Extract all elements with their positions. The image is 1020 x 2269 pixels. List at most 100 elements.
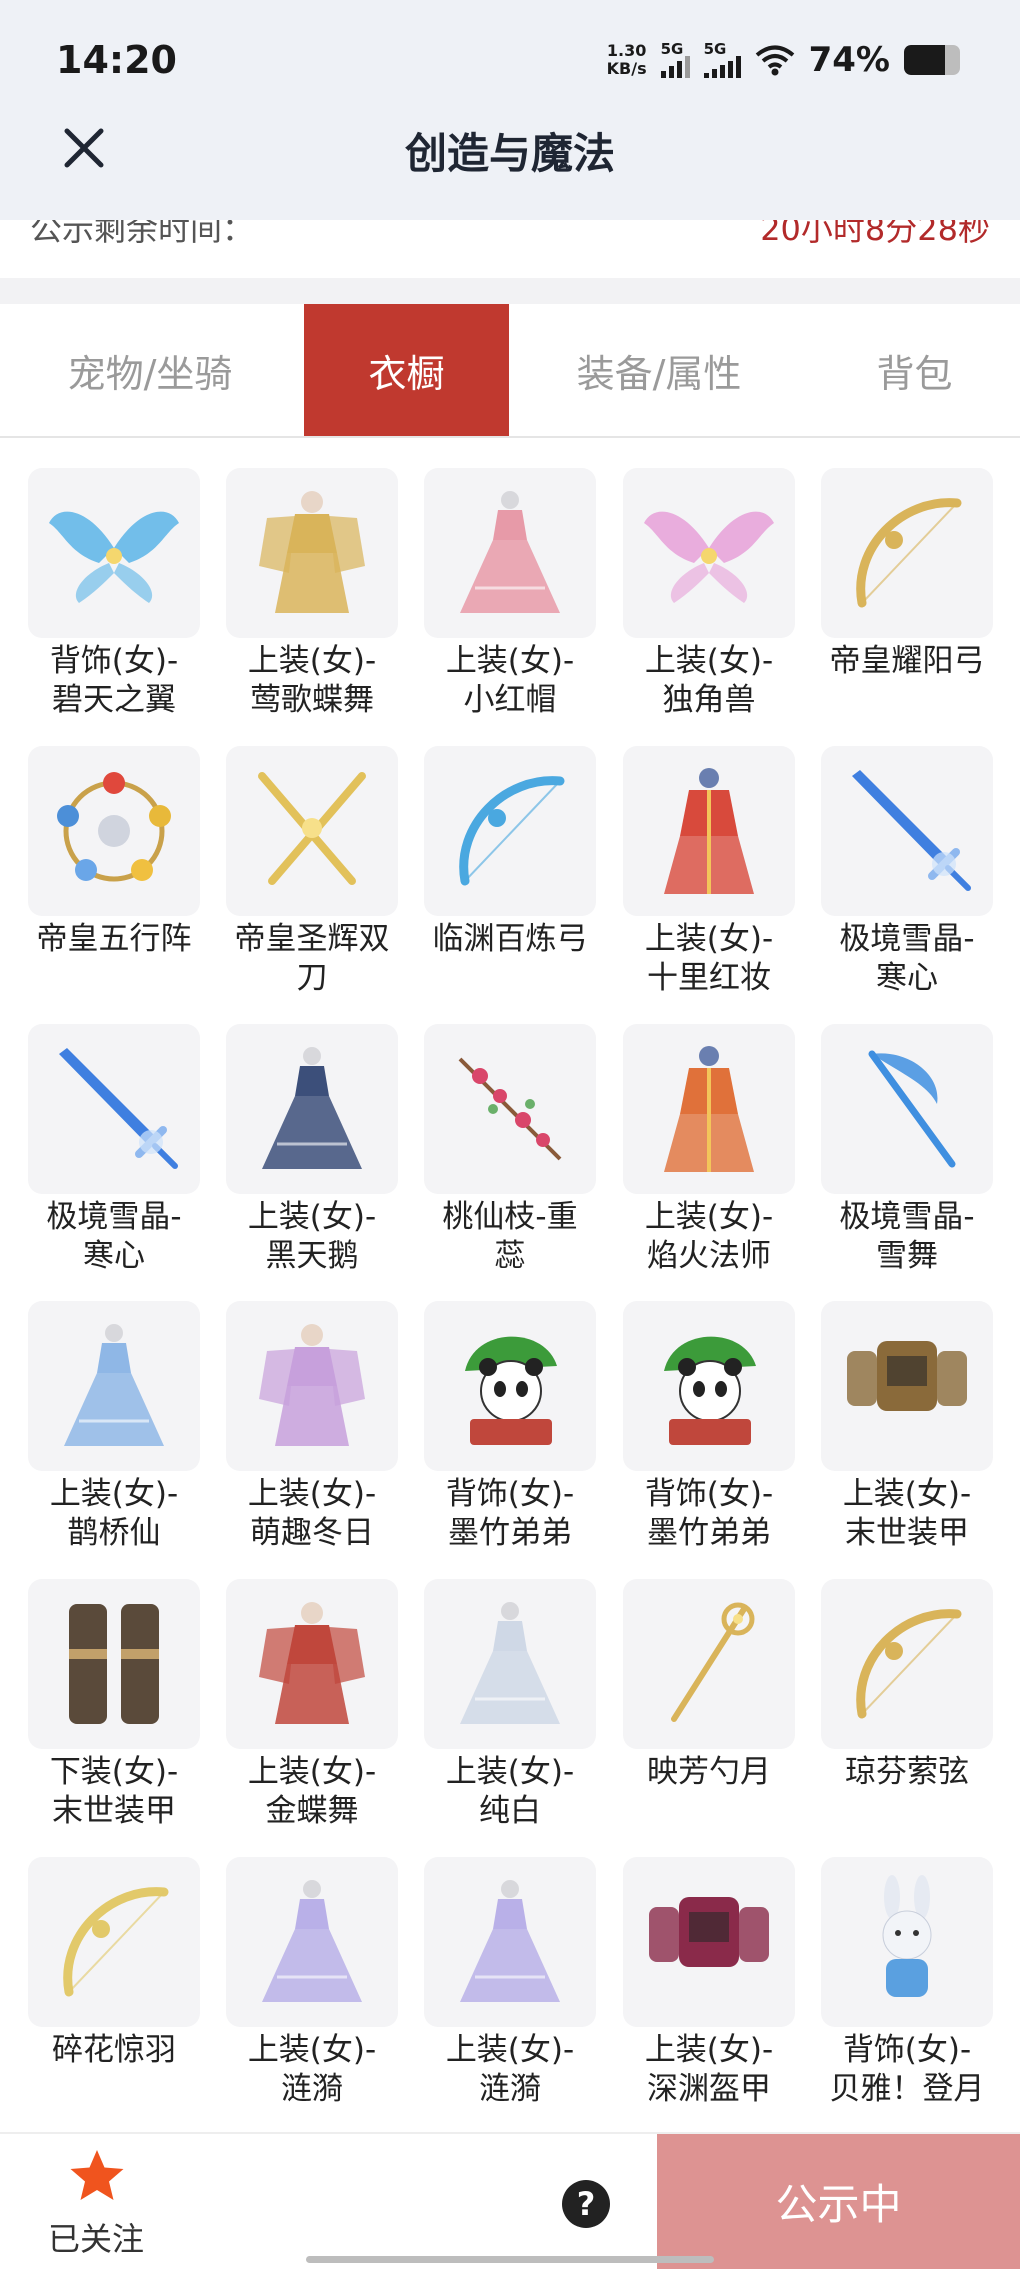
item-name-line1: 临渊百炼弓 bbox=[432, 921, 588, 957]
armor-legs-icon bbox=[69, 1604, 159, 1724]
item-name-line1: 桃仙枝-重 bbox=[442, 1199, 578, 1235]
tab-equipment[interactable]: 装备/属性 bbox=[509, 304, 809, 436]
item-thumbnail bbox=[226, 1857, 398, 2027]
item-name-line1: 背饰(女)- bbox=[49, 643, 179, 679]
wardrobe-item[interactable]: 下装(女)- 末世装甲 bbox=[28, 1579, 200, 1831]
tab-backpack[interactable]: 背包 bbox=[809, 304, 1020, 436]
item-name: 上装(女)- 纯白 bbox=[410, 1753, 610, 1831]
wardrobe-item[interactable]: 临渊百炼弓 bbox=[424, 746, 596, 959]
wardrobe-item[interactable]: 背饰(女)- 碧天之翼 bbox=[28, 468, 200, 720]
dress-icon bbox=[460, 1602, 560, 1724]
wardrobe-item[interactable]: 背饰(女)- 墨竹弟弟 bbox=[424, 1301, 596, 1553]
wardrobe-item[interactable]: 极境雪晶- 雪舞 bbox=[821, 1024, 993, 1276]
item-name: 上装(女)- 焰火法师 bbox=[609, 1198, 809, 1276]
item-name: 上装(女)- 鹊桥仙 bbox=[14, 1475, 214, 1553]
item-name-line1: 碎花惊羽 bbox=[52, 2032, 176, 2068]
item-name-line2: 雪舞 bbox=[876, 1238, 938, 1274]
item-name-line2: 末世装甲 bbox=[52, 1793, 176, 1829]
item-thumbnail bbox=[28, 468, 200, 638]
item-name-line1: 背饰(女)- bbox=[445, 1476, 575, 1512]
wings-icon bbox=[644, 511, 774, 603]
wardrobe-item[interactable]: 背饰(女)- 墨竹弟弟 bbox=[623, 1301, 795, 1553]
wardrobe-item[interactable]: 琼芬萦弦 bbox=[821, 1579, 993, 1792]
item-thumbnail bbox=[623, 468, 795, 638]
bow-icon bbox=[856, 498, 962, 608]
wardrobe-item[interactable]: 极境雪晶- 寒心 bbox=[821, 746, 993, 998]
item-name-line2: 寒心 bbox=[876, 960, 938, 996]
item-name-line1: 上装(女)- bbox=[445, 1754, 575, 1790]
item-name-line2: 蕊 bbox=[494, 1238, 526, 1274]
network-speed-unit: KB/s bbox=[606, 59, 647, 78]
item-name: 映芳勺月 bbox=[609, 1753, 809, 1792]
tab-wardrobe[interactable]: 衣橱 bbox=[304, 304, 509, 436]
top-bar: 14:20 1.30 KB/s 5G 5G 74% 创造与魔法 bbox=[0, 0, 1020, 220]
item-thumbnail bbox=[28, 1579, 200, 1749]
item-name-line1: 背饰(女)- bbox=[842, 2032, 972, 2068]
armor-icon bbox=[649, 1897, 769, 1967]
item-name: 上装(女)- 黑天鹅 bbox=[212, 1198, 412, 1276]
wardrobe-item[interactable]: 上装(女)- 鹊桥仙 bbox=[28, 1301, 200, 1553]
item-name: 上装(女)- 金蝶舞 bbox=[212, 1753, 412, 1831]
wardrobe-item[interactable]: 背饰(女)- 贝雅！登月 bbox=[821, 1857, 993, 2109]
dress-icon bbox=[64, 1324, 164, 1446]
item-thumbnail bbox=[226, 1301, 398, 1471]
item-name: 极境雪晶- 雪舞 bbox=[807, 1198, 1007, 1276]
item-name-line1: 极境雪晶- bbox=[839, 921, 975, 957]
wardrobe-item[interactable]: 上装(女)- 涟漪 bbox=[424, 1857, 596, 2109]
wardrobe-item[interactable]: 上装(女)- 焰火法师 bbox=[623, 1024, 795, 1276]
wardrobe-item[interactable]: 极境雪晶- 寒心 bbox=[28, 1024, 200, 1276]
wardrobe-item[interactable]: 上装(女)- 黑天鹅 bbox=[226, 1024, 398, 1276]
tab-pets-mounts[interactable]: 宠物/坐骑 bbox=[0, 304, 300, 436]
follow-button[interactable]: 已关注 bbox=[40, 2134, 160, 2269]
item-thumbnail bbox=[821, 1579, 993, 1749]
item-name-line1: 琼芬萦弦 bbox=[845, 1754, 969, 1790]
wardrobe-item[interactable]: 上装(女)- 深渊盔甲 bbox=[623, 1857, 795, 2109]
item-name-line2: 十里红妆 bbox=[647, 960, 771, 996]
item-name: 上装(女)- 十里红妆 bbox=[609, 920, 809, 998]
sword-icon bbox=[852, 770, 971, 891]
wardrobe-item[interactable]: 上装(女)- 纯白 bbox=[424, 1579, 596, 1831]
item-name-line2: 刀 bbox=[296, 960, 328, 996]
item-name: 背饰(女)- 碧天之翼 bbox=[14, 642, 214, 720]
wardrobe-item[interactable]: 帝皇五行阵 bbox=[28, 746, 200, 959]
tab-label: 衣橱 bbox=[368, 351, 445, 396]
wardrobe-item[interactable]: 上装(女)- 萌趣冬日 bbox=[226, 1301, 398, 1553]
twin-blades-icon bbox=[258, 772, 366, 885]
dress-icon bbox=[262, 1047, 362, 1169]
item-name-line1: 上装(女)- bbox=[247, 1199, 377, 1235]
item-name: 上装(女)- 萌趣冬日 bbox=[212, 1475, 412, 1553]
tab-label: 背包 bbox=[876, 351, 953, 396]
wardrobe-item[interactable]: 上装(女)- 涟漪 bbox=[226, 1857, 398, 2109]
wardrobe-item[interactable]: 上装(女)- 十里红妆 bbox=[623, 746, 795, 998]
item-thumbnail bbox=[821, 746, 993, 916]
wardrobe-item[interactable]: 帝皇圣辉双刀 bbox=[226, 746, 398, 998]
item-thumbnail bbox=[226, 468, 398, 638]
item-name: 背饰(女)- 墨竹弟弟 bbox=[609, 1475, 809, 1553]
item-name: 极境雪晶- 寒心 bbox=[807, 920, 1007, 998]
publicity-status-button[interactable]: 公示中 bbox=[657, 2134, 1020, 2269]
wardrobe-item[interactable]: 上装(女)- 莺歌蝶舞 bbox=[226, 468, 398, 720]
wardrobe-item[interactable]: 上装(女)- 小红帽 bbox=[424, 468, 596, 720]
item-thumbnail bbox=[424, 746, 596, 916]
bow-icon bbox=[63, 1887, 169, 1997]
wardrobe-item[interactable]: 碎花惊羽 bbox=[28, 1857, 200, 2070]
wardrobe-item[interactable]: 桃仙枝-重蕊 bbox=[424, 1024, 596, 1276]
item-thumbnail bbox=[424, 1579, 596, 1749]
item-name-line1: 上装(女)- bbox=[644, 1199, 774, 1235]
wardrobe-item[interactable]: 上装(女)- 末世装甲 bbox=[821, 1301, 993, 1553]
wardrobe-item[interactable]: 帝皇耀阳弓 bbox=[821, 468, 993, 681]
armor-icon bbox=[847, 1341, 967, 1411]
item-name-line1: 帝皇耀阳弓 bbox=[829, 643, 985, 679]
follow-label: 已关注 bbox=[48, 2220, 145, 2258]
item-name-line2: 小红帽 bbox=[463, 682, 557, 718]
help-button[interactable]: ? bbox=[562, 2180, 610, 2228]
item-thumbnail bbox=[821, 1024, 993, 1194]
item-name-line1: 极境雪晶- bbox=[839, 1199, 975, 1235]
wardrobe-item[interactable]: 映芳勺月 bbox=[623, 1579, 795, 1792]
item-thumbnail bbox=[623, 1024, 795, 1194]
item-name: 帝皇五行阵 bbox=[14, 920, 214, 959]
dress-icon bbox=[460, 491, 560, 613]
wardrobe-item[interactable]: 上装(女)- 金蝶舞 bbox=[226, 1579, 398, 1831]
wardrobe-item[interactable]: 上装(女)- 独角兽 bbox=[623, 468, 795, 720]
item-name-line1: 帝皇圣辉双 bbox=[234, 921, 390, 957]
